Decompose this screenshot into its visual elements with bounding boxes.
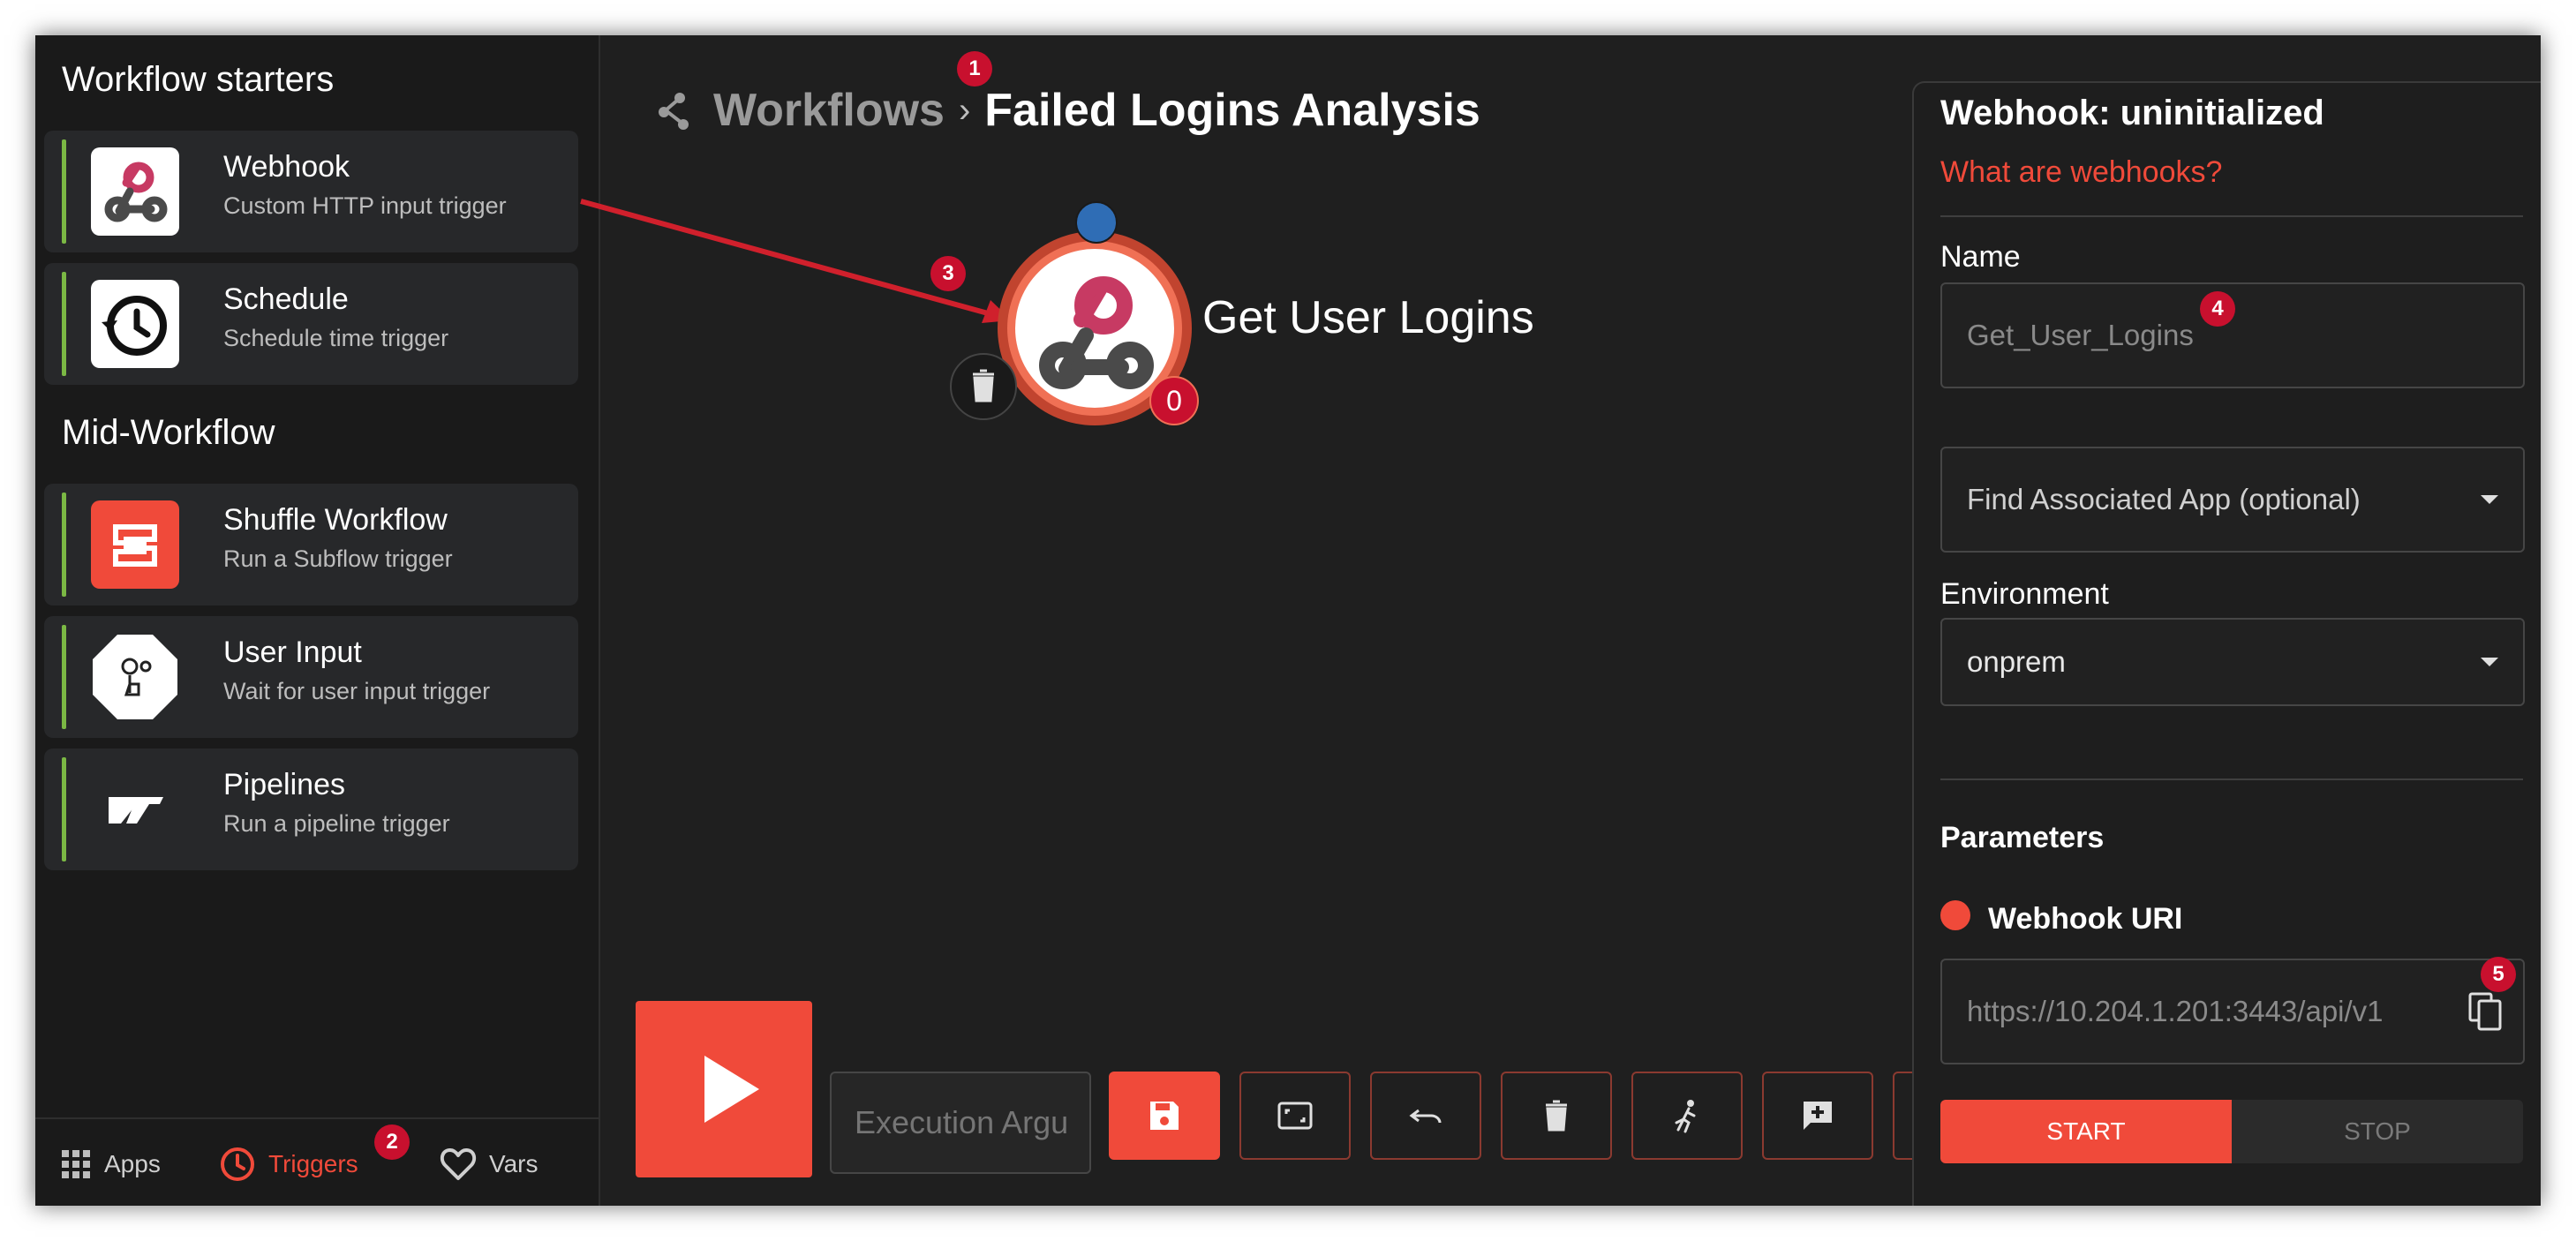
card-accent-bar [62, 493, 66, 597]
fit-view-button[interactable] [1239, 1072, 1351, 1160]
execution-argument-input[interactable] [830, 1072, 1091, 1174]
workflow-starters-title: Workflow starters [62, 60, 335, 99]
trigger-desc: Run a pipeline trigger [223, 810, 450, 837]
clock-icon [221, 1147, 254, 1181]
environment-select[interactable]: onprem [1940, 618, 2525, 706]
triggers-sidebar: Workflow starters Webhook Custom HTTP in… [35, 35, 600, 1206]
annotation-arrow [580, 199, 1012, 323]
run-steps-button[interactable] [1631, 1072, 1743, 1160]
running-person-icon [1675, 1100, 1696, 1133]
page-title: Failed Logins Analysis [984, 85, 1480, 136]
nav-vars-label: Vars [489, 1150, 539, 1177]
webhook-icon [91, 147, 179, 236]
save-button[interactable] [1109, 1072, 1220, 1160]
trigger-name: Shuffle Workflow [223, 503, 448, 537]
trigger-desc: Custom HTTP input trigger [223, 192, 507, 219]
play-icon [704, 1056, 759, 1123]
webhook-uri-label: Webhook URI [1988, 902, 2183, 936]
fit-screen-icon [1277, 1102, 1313, 1130]
associated-app-placeholder: Find Associated App (optional) [1967, 483, 2361, 515]
card-accent-bar [62, 139, 66, 244]
breadcrumb: Workflows › Failed Logins Analysis [653, 79, 1480, 141]
mid-workflow-title: Mid-Workflow [62, 413, 275, 452]
name-field[interactable]: Get_User_Logins [1940, 282, 2525, 388]
trigger-card-pipelines[interactable]: Pipelines Run a pipeline trigger [44, 748, 578, 870]
trigger-desc: Wait for user input trigger [223, 678, 491, 704]
breadcrumb-workflows-link[interactable]: Workflows [713, 84, 945, 137]
delete-button[interactable] [1501, 1072, 1612, 1160]
user-input-icon [91, 633, 179, 721]
annotation-badge-4: 4 [2200, 291, 2235, 327]
card-accent-bar [62, 625, 66, 729]
associated-app-select[interactable]: Find Associated App (optional) [1940, 447, 2525, 553]
save-icon [1150, 1102, 1179, 1130]
annotation-badge-5: 5 [2481, 957, 2516, 992]
start-button[interactable]: START [1940, 1100, 2232, 1163]
card-accent-bar [62, 757, 66, 861]
annotation-badge-1: 1 [957, 51, 992, 86]
trigger-card-user-input[interactable]: User Input Wait for user input trigger [44, 616, 578, 738]
panel-title: Webhook: uninitialized [1940, 94, 2324, 132]
app-window: Workflow starters Webhook Custom HTTP in… [35, 35, 2541, 1206]
webhook-config-panel: Webhook: uninitialized What are webhooks… [1912, 81, 2541, 1206]
workflow-share-icon [659, 93, 689, 130]
node-delete-button[interactable] [950, 353, 1017, 420]
environment-label: Environment [1940, 577, 2109, 611]
parameters-label: Parameters [1940, 821, 2105, 854]
chevron-down-icon [2481, 658, 2498, 666]
annotation-badge-2: 2 [374, 1124, 410, 1160]
stop-button[interactable]: STOP [2232, 1100, 2523, 1163]
webhook-help-link[interactable]: What are webhooks? [1940, 155, 2222, 190]
pipelines-icon [91, 765, 179, 854]
trigger-name: Pipelines [223, 768, 345, 801]
webhook-uri-value: https://10.204.1.201:3443/api/v1 [1967, 995, 2384, 1027]
webhook-uri-field[interactable]: https://10.204.1.201:3443/api/v1 [1940, 959, 2525, 1064]
schedule-icon [91, 280, 179, 368]
undo-icon [1409, 1109, 1442, 1124]
nav-apps-label: Apps [104, 1150, 161, 1177]
divider [1940, 778, 2523, 780]
trigger-card-webhook[interactable]: Webhook Custom HTTP input trigger [44, 131, 578, 252]
node-label: Get User Logins [1202, 292, 1534, 343]
card-accent-bar [62, 272, 66, 376]
node-connect-handle[interactable] [1075, 201, 1118, 244]
trigger-name: User Input [223, 636, 362, 669]
chevron-down-icon [2481, 495, 2498, 504]
trigger-name: Schedule [223, 282, 349, 316]
heart-icon [440, 1148, 477, 1180]
required-dot [1940, 900, 1970, 930]
name-label: Name [1940, 240, 2021, 274]
add-comment-button[interactable] [1762, 1072, 1873, 1160]
annotation-badge-3: 3 [930, 256, 966, 291]
sidebar-bottom-nav: Apps Triggers 2 Vars [35, 1117, 599, 1206]
trash-icon [1546, 1100, 1567, 1132]
nav-triggers[interactable]: Triggers [219, 1144, 358, 1185]
trigger-desc: Schedule time trigger [223, 325, 449, 351]
run-workflow-button[interactable] [636, 1001, 812, 1177]
name-value: Get_User_Logins [1967, 319, 2194, 351]
add-comment-icon [1804, 1102, 1832, 1130]
undo-button[interactable] [1370, 1072, 1481, 1160]
shuffle-icon [91, 500, 179, 589]
trash-icon [973, 369, 994, 402]
trigger-desc: Run a Subflow trigger [223, 545, 453, 572]
trigger-name: Webhook [223, 150, 350, 184]
nav-vars[interactable]: Vars [440, 1144, 539, 1185]
environment-value: onprem [1967, 645, 2066, 678]
breadcrumb-separator: › [958, 90, 971, 130]
node-count-badge: 0 [1149, 376, 1199, 425]
nav-triggers-label: Triggers [268, 1150, 358, 1177]
nav-apps[interactable]: Apps [60, 1144, 161, 1185]
trigger-card-shuffle-workflow[interactable]: Shuffle Workflow Run a Subflow trigger [44, 484, 578, 605]
divider [1940, 215, 2523, 217]
copy-icon[interactable] [2467, 990, 2505, 1033]
trigger-card-schedule[interactable]: Schedule Schedule time trigger [44, 263, 578, 385]
apps-grid-icon [62, 1150, 90, 1178]
